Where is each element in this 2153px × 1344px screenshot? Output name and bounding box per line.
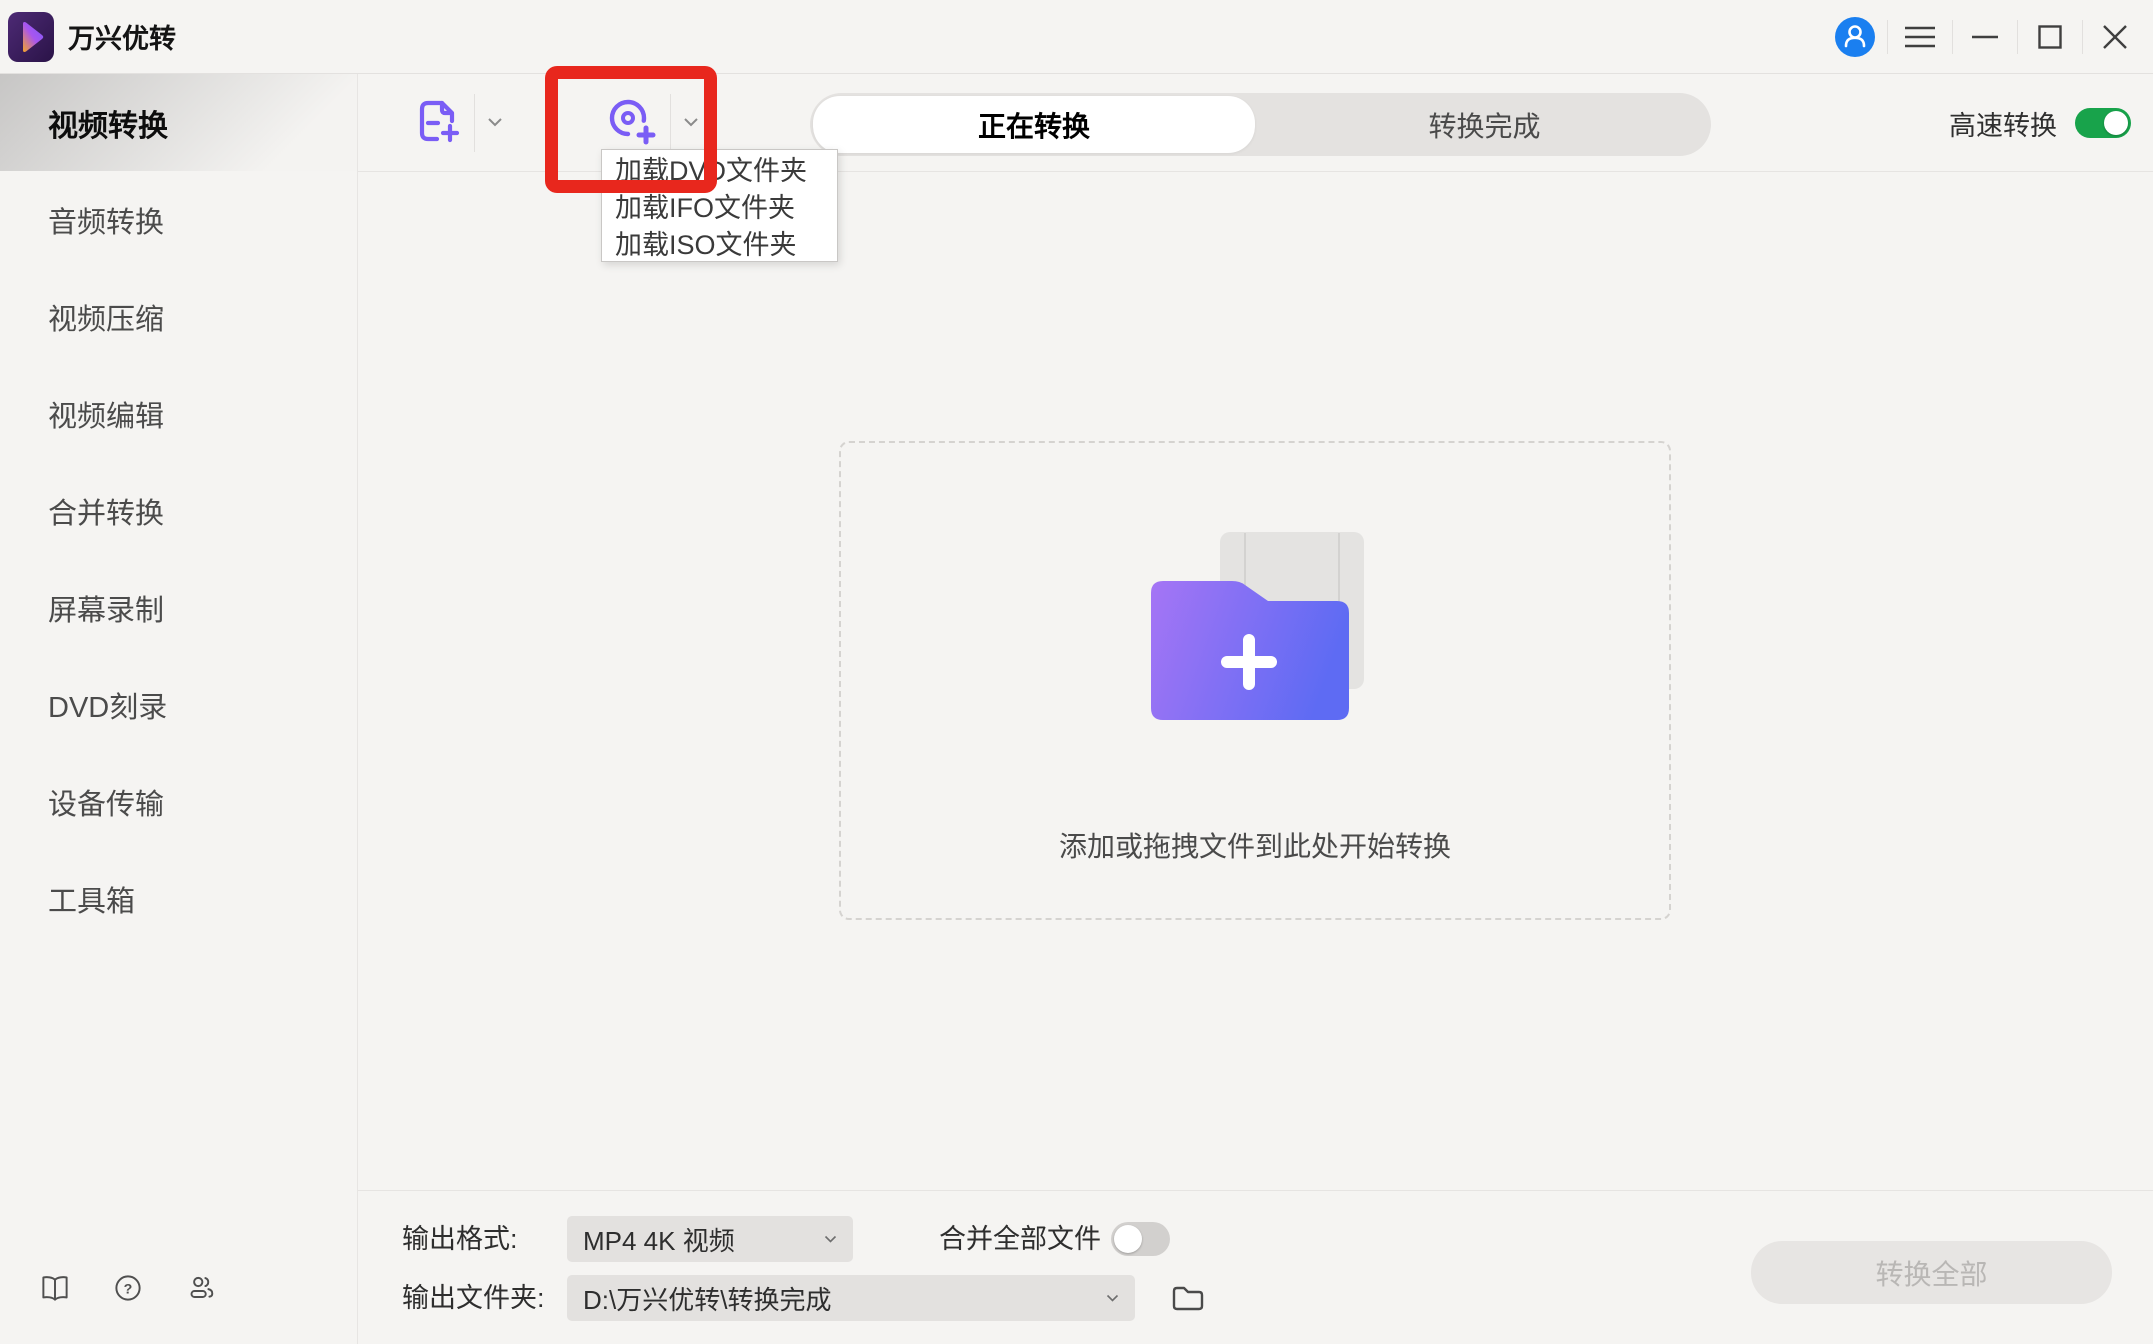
app-title: 万兴优转 — [68, 17, 176, 56]
sidebar: 视频转换 音频转换 视频压缩 视频编辑 合并转换 屏幕录制 DVD刻录 设备传输… — [0, 74, 358, 1344]
help-button[interactable]: ? — [113, 1266, 186, 1310]
add-file-icon — [414, 98, 460, 144]
toggle-knob — [1114, 1225, 1142, 1253]
sidebar-footer: ? — [40, 1260, 260, 1316]
sidebar-item-video-convert[interactable]: 视频转换 — [0, 74, 357, 171]
menu-button[interactable] — [1888, 0, 1952, 74]
dropzone-hint: 添加或拖拽文件到此处开始转换 — [841, 825, 1669, 865]
user-avatar[interactable] — [1823, 0, 1887, 74]
app-window: 万兴优转 — [0, 0, 2153, 1344]
load-dvd-button[interactable] — [606, 96, 656, 151]
chevron-down-icon — [683, 117, 699, 127]
convert-tabs: 正在转换 转换完成 — [810, 93, 1711, 156]
output-folder-value: D:\万兴优转\转换完成 — [583, 1280, 1098, 1317]
output-folder-label: 输出文件夹: — [402, 1275, 545, 1321]
titlebar-controls — [1823, 0, 2147, 74]
add-file-button[interactable] — [414, 98, 460, 149]
maximize-icon — [2038, 25, 2062, 49]
chevron-down-icon — [487, 117, 503, 127]
folder-icon — [1171, 1283, 1205, 1313]
chevron-down-icon — [1106, 1294, 1119, 1302]
toggle-knob — [2104, 111, 2128, 135]
chevron-down-icon — [824, 1235, 837, 1243]
menu-item-load-ifo-folder[interactable]: 加载IFO文件夹 — [602, 187, 837, 224]
file-dropzone[interactable]: 添加或拖拽文件到此处开始转换 — [839, 441, 1671, 920]
convert-all-button[interactable]: 转换全部 — [1751, 1241, 2112, 1304]
help-icon: ? — [113, 1273, 143, 1303]
add-folder-illustration — [1146, 529, 1376, 729]
workspace: 添加或拖拽文件到此处开始转换 — [358, 172, 2153, 1190]
load-dvd-menu: 加载DVD文件夹 加载IFO文件夹 加载ISO文件夹 — [601, 149, 838, 262]
svg-text:?: ? — [124, 1281, 133, 1297]
community-button[interactable] — [187, 1266, 260, 1310]
menu-item-load-iso-folder[interactable]: 加载ISO文件夹 — [602, 224, 837, 261]
minimize-icon — [1972, 35, 1998, 39]
output-format-select[interactable]: MP4 4K 视频 — [567, 1216, 853, 1262]
menu-icon — [1905, 26, 1935, 48]
add-dvd-icon — [606, 96, 656, 146]
sidebar-item-dvd-burn[interactable]: DVD刻录 — [0, 656, 357, 753]
add-folder-icon — [1146, 529, 1376, 729]
community-icon — [187, 1273, 217, 1303]
app-logo-icon — [8, 12, 54, 62]
divider — [670, 94, 671, 152]
guide-button[interactable] — [40, 1266, 113, 1310]
close-button[interactable] — [2083, 0, 2147, 74]
divider — [474, 94, 475, 152]
open-output-folder-button[interactable] — [1171, 1283, 1205, 1315]
sidebar-item-screen-record[interactable]: 屏幕录制 — [0, 559, 357, 656]
titlebar: 万兴优转 — [0, 0, 2153, 74]
sidebar-item-toolbox[interactable]: 工具箱 — [0, 850, 357, 947]
fast-convert-control: 高速转换 — [1949, 74, 2131, 172]
minimize-button[interactable] — [1953, 0, 2017, 74]
sidebar-item-merge-convert[interactable]: 合并转换 — [0, 462, 357, 559]
sidebar-item-audio-convert[interactable]: 音频转换 — [0, 171, 357, 268]
sidebar-item-video-compress[interactable]: 视频压缩 — [0, 268, 357, 365]
load-dvd-dropdown-arrow[interactable] — [683, 114, 699, 132]
output-format-value: MP4 4K 视频 — [583, 1221, 816, 1258]
close-icon — [2103, 25, 2127, 49]
merge-all-label: 合并全部文件 — [939, 1216, 1101, 1262]
book-icon — [40, 1273, 70, 1303]
output-format-label: 输出格式: — [402, 1216, 518, 1262]
tab-finished[interactable]: 转换完成 — [1258, 93, 1711, 156]
menu-item-load-dvd-folder[interactable]: 加载DVD文件夹 — [602, 150, 837, 187]
maximize-button[interactable] — [2018, 0, 2082, 74]
merge-all-toggle[interactable] — [1111, 1222, 1170, 1256]
fast-convert-toggle[interactable] — [2075, 108, 2131, 138]
add-file-split-button — [414, 74, 503, 172]
tab-converting[interactable]: 正在转换 — [813, 96, 1255, 153]
add-file-dropdown-arrow[interactable] — [487, 114, 503, 132]
user-avatar-icon — [1835, 17, 1875, 57]
output-folder-select[interactable]: D:\万兴优转\转换完成 — [567, 1275, 1135, 1321]
output-bar: 输出格式: MP4 4K 视频 合并全部文件 输出文件夹: D:\万兴优转\转换… — [358, 1190, 2153, 1344]
sidebar-item-video-edit[interactable]: 视频编辑 — [0, 365, 357, 462]
fast-convert-label: 高速转换 — [1949, 104, 2057, 143]
sidebar-item-device-transfer[interactable]: 设备传输 — [0, 753, 357, 850]
